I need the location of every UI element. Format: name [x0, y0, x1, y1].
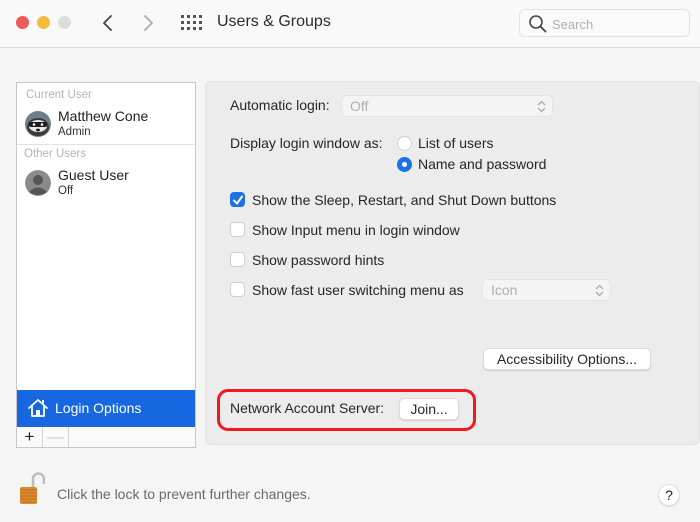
lock-button[interactable]: [19, 472, 46, 506]
updown-chevron-icon: [537, 100, 546, 113]
zoom-window-button[interactable]: [58, 16, 71, 29]
forward-button[interactable]: [138, 11, 158, 35]
radio-label-list-of-users[interactable]: List of users: [418, 135, 493, 151]
radio-name-and-password[interactable]: [397, 157, 412, 172]
checkbox-label-fast-user-switching[interactable]: Show fast user switching menu as: [252, 282, 464, 298]
help-button[interactable]: ?: [658, 484, 680, 506]
checkbox-label-show-input-menu[interactable]: Show Input menu in login window: [252, 222, 460, 238]
user-row-current[interactable]: Matthew Cone Admin: [17, 107, 195, 147]
fast-switch-popup[interactable]: Icon: [482, 279, 611, 301]
user-status: Off: [58, 185, 74, 197]
updown-chevron-icon: [595, 284, 604, 297]
user-list: Current User Matthew Cone Admin Other Us…: [16, 82, 196, 427]
unlocked-padlock-icon: [20, 472, 46, 504]
search-icon: [529, 15, 547, 33]
current-user-label: Current User: [26, 89, 92, 101]
close-window-button[interactable]: [16, 16, 29, 29]
house-icon: [28, 399, 48, 417]
search-field[interactable]: [519, 9, 690, 37]
back-button[interactable]: [98, 11, 118, 35]
checkbox-label-show-password-hints[interactable]: Show password hints: [252, 252, 384, 268]
radio-list-of-users[interactable]: [397, 136, 412, 151]
accessibility-options-button[interactable]: Accessibility Options...: [483, 348, 651, 370]
chevron-right-icon: [144, 15, 153, 31]
chevron-left-icon: [103, 15, 112, 31]
show-all-grid-button[interactable]: [180, 14, 202, 32]
automatic-login-label: Automatic login:: [230, 97, 330, 113]
automatic-login-value: Off: [350, 98, 369, 114]
minimize-window-button[interactable]: [37, 16, 50, 29]
automatic-login-popup[interactable]: Off: [341, 95, 553, 117]
user-name: Guest User: [58, 167, 129, 183]
user-row-guest[interactable]: Guest User Off: [17, 166, 195, 206]
login-options-label: Login Options: [55, 400, 142, 416]
list-divider: [17, 144, 195, 145]
remove-user-button[interactable]: —: [43, 427, 69, 447]
checkbox-fast-user-switching[interactable]: [230, 282, 245, 297]
grid-icon: [181, 15, 202, 30]
checkbox-show-input-menu[interactable]: [230, 222, 245, 237]
user-role: Admin: [58, 126, 91, 138]
login-options-item[interactable]: Login Options: [17, 390, 195, 427]
search-input[interactable]: [552, 14, 682, 34]
add-user-button[interactable]: +: [17, 427, 43, 447]
checkbox-show-password-hints[interactable]: [230, 252, 245, 267]
user-list-toolbar: + —: [16, 427, 196, 448]
other-users-label: Other Users: [24, 148, 86, 160]
fast-switch-value: Icon: [491, 282, 518, 298]
checkbox-label-show-sleep-restart[interactable]: Show the Sleep, Restart, and Shut Down b…: [252, 192, 556, 208]
raccoon-avatar-icon: [25, 111, 51, 137]
display-login-label: Display login window as:: [230, 135, 383, 151]
checkmark-icon: [233, 195, 243, 205]
checkbox-show-sleep-restart[interactable]: [230, 192, 245, 207]
lock-status-text: Click the lock to prevent further change…: [57, 486, 311, 502]
annotation-highlight: [217, 389, 476, 431]
user-name: Matthew Cone: [58, 108, 149, 124]
generic-person-icon: [25, 170, 51, 196]
title-bar: Users & Groups: [0, 0, 700, 48]
radio-label-name-and-password[interactable]: Name and password: [418, 156, 546, 172]
window-title: Users & Groups: [217, 13, 331, 30]
